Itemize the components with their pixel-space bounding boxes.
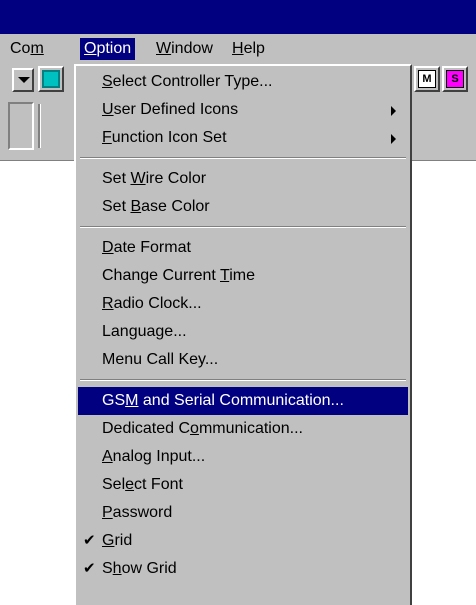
application-window: Com Option Window Help M S Select Contro…: [0, 0, 476, 605]
toolbar-m-icon: M: [418, 70, 436, 88]
menu-item-date-format[interactable]: Date Format: [78, 234, 408, 262]
menu-item-gsm-and-serial-communication[interactable]: GSM and Serial Communication...: [78, 387, 408, 415]
menu-item-show-grid[interactable]: ✔ Show Grid: [78, 555, 408, 583]
menu-item-dedicated-communication[interactable]: Dedicated Communication...: [78, 415, 408, 443]
menu-item-label: Show Grid: [102, 560, 177, 577]
menu-separator: [80, 379, 406, 381]
toolbar-panel: [8, 102, 34, 150]
menu-item-menu-call-key[interactable]: Menu Call Key...: [78, 346, 408, 374]
toolbar-m-button[interactable]: M: [414, 66, 440, 92]
menu-item-label: Set Base Color: [102, 198, 210, 215]
toolbar-partial-icon: [42, 70, 60, 88]
menu-item-label: User Defined Icons: [102, 101, 239, 118]
menu-item-radio-clock[interactable]: Radio Clock...: [78, 290, 408, 318]
menu-item-password[interactable]: Password: [78, 499, 408, 527]
menu-item-set-base-color[interactable]: Set Base Color: [78, 193, 408, 221]
submenu-arrow-icon: [391, 106, 396, 116]
menu-item-label: Analog Input...: [102, 448, 206, 465]
menu-item-change-current-time[interactable]: Change Current Time: [78, 262, 408, 290]
menu-separator: [80, 226, 406, 228]
submenu-arrow-icon: [391, 134, 396, 144]
menu-com[interactable]: Com: [4, 38, 50, 60]
menu-item-select-font[interactable]: Select Font: [78, 471, 408, 499]
menu-item-label: GSM and Serial Communication...: [102, 392, 344, 409]
checkmark-icon: ✔: [83, 532, 96, 549]
toolbar-separator: [38, 104, 41, 148]
menu-item-label: Grid: [102, 532, 133, 549]
menu-item-function-icon-set[interactable]: Function Icon Set: [78, 124, 408, 152]
menu-item-language[interactable]: Language...: [78, 318, 408, 346]
menu-bar: Com Option Window Help: [0, 34, 476, 62]
menu-item-label: Function Icon Set: [102, 129, 227, 146]
option-dropdown-menu: Select Controller Type... User Defined Ic…: [74, 64, 412, 605]
menu-item-grid[interactable]: ✔ Grid: [78, 527, 408, 555]
menu-option[interactable]: Option: [80, 38, 136, 60]
dropdown-arrow-button[interactable]: [12, 68, 34, 92]
menu-item-label: Change Current Time: [102, 267, 255, 284]
menu-item-label: Select Controller Type...: [102, 73, 273, 90]
menu-item-analog-input[interactable]: Analog Input...: [78, 443, 408, 471]
menu-item-label: Select Font: [102, 476, 183, 493]
menu-item-label: Date Format: [102, 239, 191, 256]
menu-item-label: Menu Call Key...: [102, 351, 219, 368]
menu-window[interactable]: Window: [150, 38, 219, 60]
title-bar: [0, 0, 476, 34]
menu-item-label: Radio Clock...: [102, 295, 202, 312]
menu-item-label: Language...: [102, 323, 187, 340]
menu-item-user-defined-icons[interactable]: User Defined Icons: [78, 96, 408, 124]
toolbar-s-button[interactable]: S: [442, 66, 468, 92]
checkmark-icon: ✔: [83, 560, 96, 577]
menu-item-set-wire-color[interactable]: Set Wire Color: [78, 165, 408, 193]
menu-separator: [80, 157, 406, 159]
toolbar-s-icon: S: [446, 70, 464, 88]
menu-item-label: Password: [102, 504, 173, 521]
menu-help[interactable]: Help: [226, 38, 271, 60]
menu-item-label: Dedicated Communication...: [102, 420, 303, 437]
toolbar-partial-button[interactable]: [38, 66, 64, 92]
menu-item-select-controller-type[interactable]: Select Controller Type...: [78, 68, 408, 96]
menu-item-label: Set Wire Color: [102, 170, 207, 187]
